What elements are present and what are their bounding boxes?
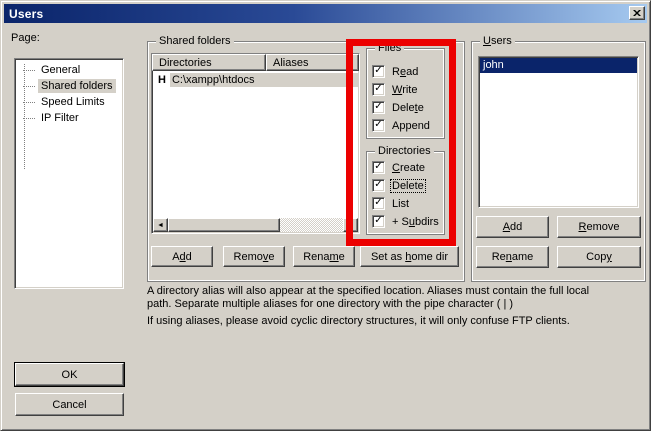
cancel-button[interactable]: Cancel <box>15 393 124 416</box>
checkbox-dir-delete[interactable]: Delete <box>372 178 425 193</box>
tree-branch-icon <box>23 86 35 87</box>
users-group-label: Users <box>480 35 515 47</box>
files-group-label: Files <box>375 42 404 54</box>
page-list: General Shared folders Speed Limits IP F… <box>14 58 124 289</box>
checkbox-write[interactable]: Write <box>372 82 418 97</box>
page-item-speed-limits[interactable]: Speed Limits <box>15 94 123 110</box>
checkbox-checked-icon[interactable] <box>372 101 385 114</box>
checkbox-checked-icon[interactable] <box>372 83 385 96</box>
scrollbar-thumb[interactable] <box>168 218 280 232</box>
alias-note-line1: A directory alias will also appear at th… <box>147 285 589 297</box>
users-list: john <box>478 56 639 208</box>
shared-folders-list: Directories Aliases H C:\xampp\htdocs ◄ … <box>151 53 360 234</box>
column-header-filler <box>351 54 359 71</box>
folder-remove-button[interactable]: Remove <box>223 246 285 267</box>
directories-group-label: Directories <box>375 145 434 157</box>
page-item-ip-filter[interactable]: IP Filter <box>15 110 123 126</box>
checkbox-checked-icon[interactable] <box>372 161 385 174</box>
checkbox-append[interactable]: Append <box>372 118 431 133</box>
tree-branch-icon <box>23 118 35 119</box>
user-add-button[interactable]: Add <box>476 216 549 238</box>
checkbox-checked-icon[interactable] <box>372 197 385 210</box>
user-row-john[interactable]: john <box>480 58 637 73</box>
directory-path: C:\xampp\htdocs <box>170 73 358 87</box>
shared-folders-group-label: Shared folders <box>156 35 234 47</box>
set-as-home-dir-button[interactable]: Set as home dir <box>360 246 459 267</box>
checkbox-create[interactable]: Create <box>372 160 426 175</box>
alias-note-line3: If using aliases, please avoid cyclic di… <box>147 315 570 327</box>
checkbox-subdirs[interactable]: + Subdirs <box>372 214 440 229</box>
scroll-left-icon[interactable]: ◄ <box>153 218 168 232</box>
directory-row[interactable]: H C:\xampp\htdocs <box>153 72 358 87</box>
column-header-aliases[interactable]: Aliases <box>266 54 351 71</box>
user-remove-button[interactable]: Remove <box>557 216 641 238</box>
column-header-directories[interactable]: Directories <box>152 54 266 71</box>
scroll-right-icon[interactable]: ► <box>343 218 358 232</box>
checkbox-file-delete[interactable]: Delete <box>372 100 425 115</box>
page-item-shared-folders[interactable]: Shared folders <box>15 78 123 94</box>
home-flag: H <box>153 74 170 86</box>
horizontal-scrollbar[interactable]: ◄ ► <box>153 218 358 232</box>
scrollbar-track[interactable] <box>280 218 343 232</box>
title-bar[interactable]: Users <box>4 4 647 23</box>
folder-add-button[interactable]: Add <box>151 246 213 267</box>
window-title: Users <box>4 7 43 21</box>
user-copy-button[interactable]: Copy <box>557 246 641 268</box>
page-item-general[interactable]: General <box>15 62 123 78</box>
tree-branch-icon <box>23 70 35 71</box>
list-header: Directories Aliases <box>152 54 359 71</box>
x-icon <box>633 10 641 17</box>
checkbox-checked-icon[interactable] <box>372 179 385 192</box>
checkbox-read[interactable]: Read <box>372 64 419 79</box>
checkbox-checked-icon[interactable] <box>372 119 385 132</box>
close-icon[interactable] <box>629 6 645 20</box>
alias-note-line2: path. Separate multiple aliases for one … <box>147 298 513 310</box>
user-rename-button[interactable]: Rename <box>476 246 549 268</box>
checkbox-list[interactable]: List <box>372 196 410 211</box>
tree-branch-icon <box>23 102 35 103</box>
checkbox-checked-icon[interactable] <box>372 65 385 78</box>
ok-button[interactable]: OK <box>15 363 124 386</box>
users-dialog: Users Page: General Shared folders Speed… <box>0 0 651 431</box>
folder-rename-button[interactable]: Rename <box>293 246 355 267</box>
page-label: Page: <box>11 32 40 44</box>
checkbox-checked-icon[interactable] <box>372 215 385 228</box>
